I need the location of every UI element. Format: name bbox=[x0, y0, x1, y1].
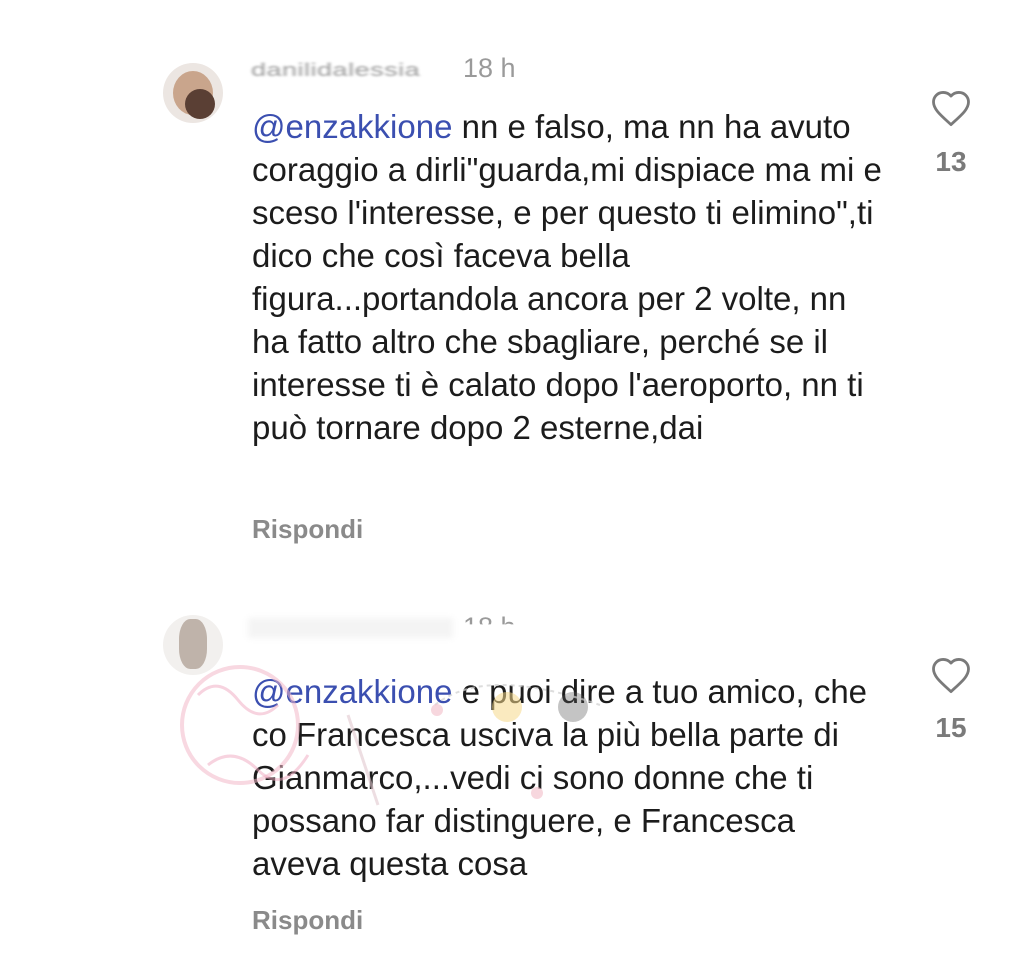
like-button[interactable] bbox=[930, 655, 972, 695]
reply-button[interactable]: Rispondi bbox=[252, 514, 363, 545]
comment-timestamp: 18 h bbox=[463, 53, 516, 83]
comment-body: nn e falso, ma nn ha avuto coraggio a di… bbox=[252, 108, 882, 446]
username-redaction bbox=[248, 618, 453, 638]
comment-text: @enzakkione nn e falso, ma nn ha avuto c… bbox=[252, 105, 892, 449]
avatar[interactable] bbox=[163, 615, 223, 675]
avatar[interactable] bbox=[163, 63, 223, 123]
comment-username[interactable]: danilidalessia bbox=[251, 59, 420, 81]
heart-outline-icon bbox=[932, 91, 970, 127]
like-count: 13 bbox=[935, 146, 967, 177]
like-button[interactable] bbox=[930, 88, 972, 128]
heart-outline-icon bbox=[932, 658, 970, 694]
reply-button[interactable]: Rispondi bbox=[252, 905, 363, 936]
decorative-sticker-icon bbox=[431, 684, 601, 799]
mention-link[interactable]: @enzakkione bbox=[252, 108, 452, 145]
mention-link[interactable]: @enzakkione bbox=[252, 673, 452, 710]
like-count: 15 bbox=[935, 712, 967, 743]
comment-timestamp: 18 h bbox=[463, 612, 516, 642]
